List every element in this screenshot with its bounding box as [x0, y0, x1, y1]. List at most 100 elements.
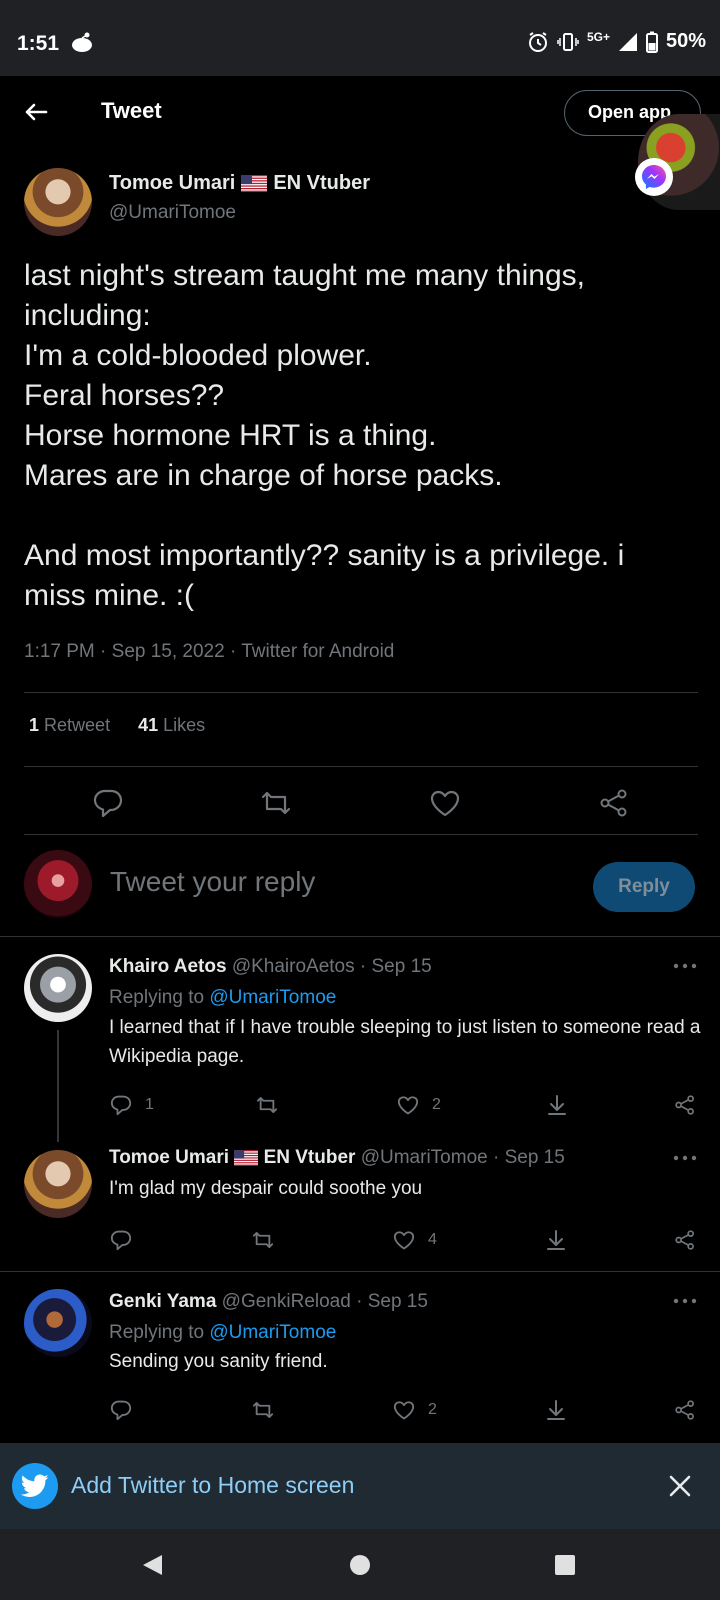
tweet-timestamp[interactable]: 1:17 PM · Sep 15, 2022 · Twitter for And… — [24, 641, 394, 663]
download-icon — [547, 1230, 565, 1250]
tweet-line: And most importantly?? sanity is a privi… — [24, 539, 625, 572]
reply-action-share[interactable] — [673, 1228, 697, 1252]
retweet-icon — [252, 1232, 274, 1248]
signal-icon — [618, 32, 637, 51]
reply-icon — [110, 1230, 132, 1251]
divider — [0, 936, 720, 937]
top-header: Tweet Open app — [0, 76, 720, 148]
system-nav-bar — [0, 1529, 720, 1600]
reply-action-retweet[interactable] — [250, 1228, 276, 1252]
reply-header: Khairo Aetos @KhairoAetos · Sep 15 — [109, 956, 432, 977]
reply-item[interactable]: Genki Yama @GenkiReload · Sep 15 Replyin… — [0, 1276, 720, 1436]
like-stat[interactable]: 41 Likes — [138, 715, 205, 735]
replying-to: Replying to @UmariTomoe — [109, 1322, 337, 1343]
battery-level: 50% — [665, 30, 706, 52]
vibrate-icon — [557, 32, 579, 51]
divider — [24, 692, 698, 693]
reply-input[interactable] — [110, 858, 550, 906]
tweet-line: including: — [24, 299, 151, 332]
reply-icon — [110, 1095, 132, 1116]
tweet-line: I'm a cold-blooded plower. — [24, 339, 372, 372]
tweet-stats: 1 Retweet 41 Likes — [29, 715, 205, 736]
retweet-icon[interactable] — [259, 786, 293, 820]
nav-home-icon[interactable] — [349, 1554, 371, 1576]
heart-icon[interactable] — [428, 786, 462, 820]
reply-action-share[interactable] — [673, 1093, 697, 1117]
reply-action-reply[interactable] — [109, 1398, 145, 1422]
divider — [24, 766, 698, 767]
author-name[interactable]: Tomoe Umari EN Vtuber — [109, 172, 370, 195]
twitter-logo-icon — [12, 1463, 58, 1509]
reply-icon — [110, 1400, 132, 1421]
heart-icon — [393, 1231, 415, 1250]
status-bar: 1:51 5G+ 50% — [0, 0, 720, 76]
reply-composer: Reply — [0, 848, 720, 928]
reply-action-download[interactable] — [544, 1228, 568, 1252]
share-icon — [675, 1230, 694, 1250]
us-flag-icon — [234, 1150, 259, 1166]
reply-avatar[interactable] — [24, 1150, 92, 1218]
author-handle[interactable]: @UmariTomoe — [109, 202, 236, 224]
reply-icon[interactable] — [91, 786, 125, 820]
reply-item[interactable]: Tomoe Umari EN Vtuber @UmariTomoe · Sep … — [0, 1138, 720, 1266]
reply-action-like[interactable]: 4 — [392, 1228, 437, 1252]
alarm-icon — [528, 31, 547, 52]
nav-back-icon[interactable] — [140, 1553, 164, 1577]
tweet-line: Feral horses?? — [24, 379, 225, 412]
tweet-line — [24, 496, 704, 536]
share-icon — [675, 1400, 694, 1420]
reply-avatar[interactable] — [24, 1289, 92, 1357]
reply-text: Sending you sanity friend. — [109, 1351, 328, 1372]
reply-header: Tomoe Umari EN Vtuber @UmariTomoe · Sep … — [109, 1147, 565, 1168]
more-icon[interactable] — [672, 961, 698, 971]
author-avatar[interactable] — [24, 168, 92, 236]
download-icon — [547, 1400, 565, 1420]
add-to-home-banner[interactable]: Add Twitter to Home screen — [0, 1443, 720, 1529]
download-icon — [548, 1095, 566, 1115]
reply-action-download[interactable] — [544, 1398, 568, 1422]
add-to-home-label: Add Twitter to Home screen — [71, 1472, 355, 1498]
reply-text: I'm glad my despair could soothe you — [109, 1178, 423, 1199]
share-icon[interactable] — [597, 786, 631, 820]
tweet-text: last night's stream taught me many thing… — [24, 256, 704, 616]
battery-icon — [645, 31, 658, 53]
tweet-line: Horse hormone HRT is a thing. — [24, 419, 437, 452]
retweet-stat[interactable]: 1 Retweet — [29, 715, 110, 735]
tweet-line: last night's stream taught me many thing… — [24, 259, 585, 292]
status-time: 1:51 — [17, 32, 60, 55]
current-user-avatar — [24, 850, 92, 918]
reply-action-reply[interactable] — [109, 1228, 145, 1252]
reply-item[interactable]: Khairo Aetos @KhairoAetos · Sep 15 Reply… — [0, 946, 720, 1136]
retweet-icon — [256, 1097, 278, 1113]
divider — [0, 1271, 720, 1272]
retweet-icon — [252, 1402, 274, 1418]
reply-action-download[interactable] — [545, 1093, 569, 1117]
network-type: 5G+ — [586, 29, 610, 44]
nav-recents-icon[interactable] — [555, 1555, 575, 1575]
divider — [24, 834, 698, 835]
tweet-line: Mares are in charge of horse packs. — [24, 459, 503, 492]
reply-action-like[interactable]: 2 — [396, 1093, 441, 1117]
tweet-author: Tomoe Umari EN Vtuber @UmariTomoe — [24, 168, 664, 238]
app-notification-icon — [72, 32, 92, 52]
replying-to: Replying to @UmariTomoe — [109, 987, 337, 1008]
share-icon — [675, 1095, 694, 1115]
reply-action-retweet[interactable] — [254, 1093, 280, 1117]
reply-header: Genki Yama @GenkiReload · Sep 15 — [109, 1291, 428, 1312]
close-icon[interactable] — [668, 1474, 692, 1498]
reply-avatar[interactable] — [24, 954, 92, 1022]
reply-action-reply[interactable]: 1 — [109, 1093, 154, 1117]
page-title: Tweet — [101, 98, 162, 123]
reply-action-share[interactable] — [673, 1398, 697, 1422]
tweet-actions — [0, 786, 720, 820]
reply-button[interactable]: Reply — [593, 862, 695, 912]
tweet-line: miss mine. :( — [24, 579, 195, 612]
reply-action-like[interactable]: 2 — [392, 1398, 437, 1422]
us-flag-icon — [241, 175, 268, 192]
heart-icon — [397, 1096, 419, 1115]
reply-action-retweet[interactable] — [250, 1398, 276, 1422]
more-icon[interactable] — [672, 1296, 698, 1306]
more-icon[interactable] — [672, 1153, 698, 1163]
reply-text: I learned that if I have trouble sleepin… — [109, 1017, 701, 1067]
back-arrow-icon[interactable] — [20, 96, 52, 128]
